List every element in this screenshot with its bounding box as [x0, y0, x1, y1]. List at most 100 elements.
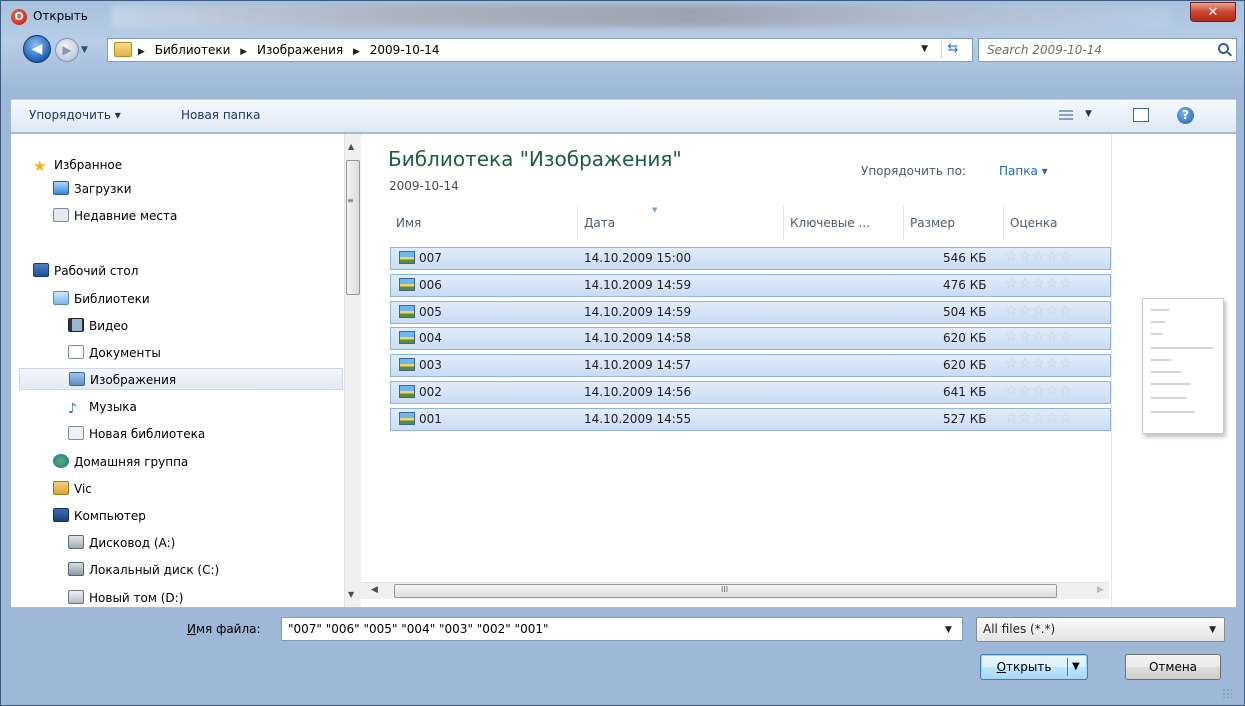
file-size: 641 КБ [943, 385, 987, 399]
opera-icon: O [11, 9, 27, 25]
sidebar-item-local-c[interactable]: Локальный диск (C:) [68, 559, 219, 581]
open-accel: О [996, 660, 1007, 674]
forward-button[interactable]: ▶ [55, 38, 79, 62]
file-row[interactable]: 001 14.10.2009 14:55 527 КБ ☆☆☆☆☆ [390, 407, 1111, 431]
column-header-tags[interactable]: Ключевые ... [784, 206, 904, 240]
filename-dropdown-icon[interactable]: ▼ [945, 625, 952, 635]
rating-stars[interactable]: ☆☆☆☆☆ [1005, 356, 1073, 372]
sidebar-item-label: Vic [74, 482, 92, 496]
library-subtitle: 2009-10-14 [389, 179, 459, 193]
scrollbar-thumb[interactable]: III [394, 584, 1057, 598]
file-type-select[interactable]: All files (*.*) ▼ [976, 617, 1225, 642]
star-icon: ★ [33, 157, 47, 175]
cancel-button[interactable]: Отмена [1125, 654, 1221, 680]
rating-stars[interactable]: ☆☆☆☆☆ [1005, 329, 1073, 345]
history-dropdown-icon[interactable]: ▼ [81, 45, 91, 55]
file-date: 14.10.2009 14:58 [584, 331, 692, 346]
search-placeholder: Search 2009-10-14 [987, 43, 1103, 57]
chevron-right-icon[interactable]: ▶ [240, 47, 247, 57]
column-header-size[interactable]: Размер [904, 206, 1004, 240]
horizontal-scrollbar[interactable]: ◀ III ▶ [361, 582, 1109, 599]
open-button[interactable]: Открыть ▼ [980, 654, 1088, 680]
image-file-icon [399, 304, 415, 318]
scroll-down-icon[interactable]: ▼ [348, 590, 354, 599]
search-input[interactable]: Search 2009-10-14 [978, 38, 1237, 62]
file-name: 004 [419, 331, 442, 346]
sidebar-item-documents[interactable]: Документы [68, 342, 161, 364]
search-icon[interactable] [1218, 43, 1229, 54]
filename-input[interactable]: "007" "006" "005" "004" "003" "002" "001… [281, 617, 963, 641]
rating-stars[interactable]: ☆☆☆☆☆ [1005, 276, 1073, 292]
preview-pane-icon[interactable] [1133, 108, 1149, 122]
sidebar-item-label: Избранное [54, 158, 123, 172]
column-header-date[interactable]: Дата [578, 206, 784, 240]
file-size: 620 КБ [943, 331, 987, 346]
file-row[interactable]: 002 14.10.2009 14:56 641 КБ ☆☆☆☆☆ [390, 381, 1111, 404]
view-mode-icon[interactable] [1059, 110, 1073, 122]
libraries-icon [53, 291, 69, 305]
chevron-down-icon[interactable]: ▼ [1209, 619, 1216, 642]
back-button[interactable]: ◀ [23, 35, 51, 63]
organize-button[interactable]: Упорядочить ▾ [29, 108, 121, 122]
file-row[interactable]: 005 14.10.2009 14:59 504 КБ ☆☆☆☆☆ [390, 300, 1111, 324]
sidebar-item-new-library[interactable]: Новая библиотека [68, 423, 205, 445]
sidebar-item-label: Недавние места [74, 209, 178, 223]
open-text: ткрыть [1006, 660, 1052, 674]
sidebar-item-label: Новый том (D:) [89, 591, 184, 605]
file-name: 001 [419, 411, 442, 426]
scroll-up-icon[interactable]: ▲ [348, 142, 354, 151]
close-button[interactable]: ✕ [1190, 2, 1236, 22]
sidebar-item-libraries[interactable]: Библиотеки [53, 288, 150, 310]
sidebar-item-video[interactable]: Видео [68, 315, 128, 337]
file-row[interactable]: 007 14.10.2009 15:00 546 КБ ☆☆☆☆☆ [390, 247, 1111, 270]
new-folder-button[interactable]: Новая папка [181, 108, 260, 122]
sidebar-item-homegroup[interactable]: Домашняя группа [53, 451, 188, 473]
sidebar-item-music[interactable]: ♪ Музыка [68, 396, 137, 418]
column-header-name[interactable]: Имя [390, 206, 578, 240]
rating-stars[interactable]: ☆☆☆☆☆ [1005, 383, 1073, 399]
sidebar-scrollbar[interactable]: ▲ ≡ ▼ [344, 134, 361, 607]
file-size: 476 КБ [943, 277, 987, 292]
sidebar-item-floppy[interactable]: Дисковод (A:) [68, 532, 175, 554]
address-row: ◀ ▶ ▼ ▶ Библиотеки ▶ Изображения ▶ 2009-… [1, 33, 1244, 67]
breadcrumb-date-folder[interactable]: 2009-10-14 [370, 43, 440, 57]
column-header-rating[interactable]: Оценка [1004, 206, 1111, 240]
resize-grip[interactable] [1222, 688, 1232, 698]
sidebar-item-label: Локальный диск (C:) [89, 563, 220, 577]
scroll-left-icon[interactable]: ◀ [371, 585, 378, 595]
view-dropdown-icon[interactable]: ▼ [1085, 109, 1092, 119]
homegroup-icon [53, 454, 69, 468]
sidebar-item-favorites[interactable]: ★ Избранное [33, 154, 122, 176]
chevron-right-icon[interactable]: ▶ [353, 47, 360, 57]
address-bar[interactable]: ▶ Библиотеки ▶ Изображения ▶ 2009-10-14 … [107, 38, 973, 62]
help-icon[interactable]: ? [1177, 107, 1194, 124]
sidebar-item-recent[interactable]: Недавние места [53, 205, 177, 227]
sidebar-item-images[interactable]: Изображения [19, 368, 343, 390]
sidebar-item-label: Изображения [90, 373, 177, 387]
sidebar-item-label: Новая библиотека [89, 427, 206, 441]
refresh-icon[interactable]: ⇆ [941, 41, 964, 59]
sidebar-item-new-d[interactable]: Новый том (D:) [68, 587, 183, 607]
new-library-icon [68, 426, 84, 440]
file-row[interactable]: 006 14.10.2009 14:59 476 КБ ☆☆☆☆☆ [390, 273, 1111, 297]
window-title: Открыть [33, 9, 88, 23]
open-options-dropdown-icon[interactable]: ▼ [1072, 655, 1080, 679]
rating-stars[interactable]: ☆☆☆☆☆ [1005, 249, 1073, 265]
sidebar-item-label: Загрузки [74, 182, 132, 196]
command-bar: Упорядочить ▾ Новая папка ▼ ? [11, 99, 1236, 133]
rating-stars[interactable]: ☆☆☆☆☆ [1005, 410, 1073, 426]
chevron-right-icon[interactable]: ▶ [138, 47, 145, 57]
breadcrumb-libraries[interactable]: Библиотеки [155, 43, 231, 57]
scrollbar-thumb[interactable] [346, 160, 360, 295]
sidebar-item-computer[interactable]: Компьютер [53, 505, 146, 527]
arrange-by-dropdown[interactable]: Папка ▾ [999, 164, 1048, 178]
breadcrumb-images[interactable]: Изображения [257, 43, 343, 57]
sidebar-item-downloads[interactable]: Загрузки [53, 178, 132, 200]
sidebar-item-user[interactable]: Vic [53, 478, 92, 500]
address-dropdown-icon[interactable]: ▼ [921, 44, 928, 54]
file-row[interactable]: 004 14.10.2009 14:58 620 КБ ☆☆☆☆☆ [390, 327, 1111, 351]
file-row[interactable]: 003 14.10.2009 14:57 620 КБ ☆☆☆☆☆ [390, 354, 1111, 378]
sidebar-item-desktop[interactable]: Рабочий стол [33, 260, 138, 282]
rating-stars[interactable]: ☆☆☆☆☆ [1005, 303, 1073, 319]
scroll-right-icon[interactable]: ▶ [1097, 585, 1104, 595]
